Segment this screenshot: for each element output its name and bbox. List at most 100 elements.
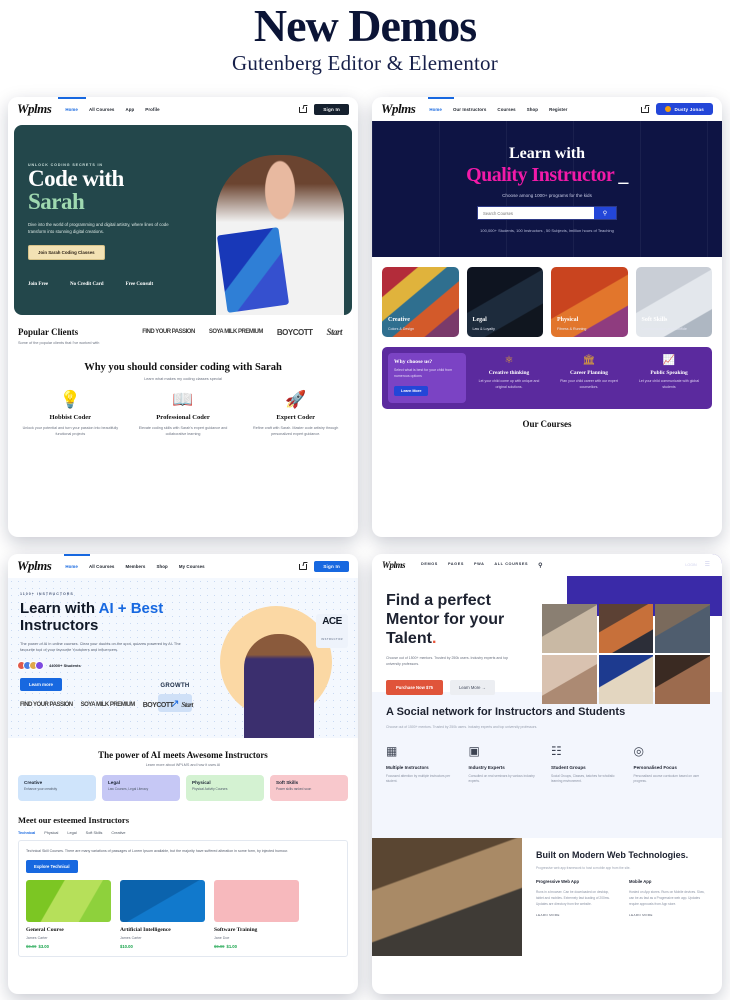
hero-title-line1: Find a perfect	[386, 592, 491, 609]
learn-more-button[interactable]: Learn More	[394, 386, 429, 397]
pill-soft-skills[interactable]: Soft Skills Power skills ranked soon	[270, 775, 348, 801]
why-card-title: Hobbist Coder	[49, 414, 92, 422]
ai-section-header: The power of AI meets Awesome Instructor…	[8, 750, 358, 767]
feature-free-consult: Free Consult	[125, 281, 154, 287]
sign-in-button[interactable]: Sign In	[314, 560, 349, 572]
nav-item-app[interactable]: App	[125, 107, 134, 112]
panel3-nav-links: Home All Courses Members Shop My Courses	[65, 564, 204, 569]
course-author: Jane Doe	[214, 936, 230, 941]
hamburger-menu-icon[interactable]: ☰	[705, 561, 710, 568]
nav-item-all-courses[interactable]: All Courses	[89, 564, 115, 569]
course-author: James Carter	[120, 936, 142, 941]
demo-panel-ai-instructors[interactable]: Wplms Home All Courses Members Shop My C…	[8, 554, 358, 994]
nav-item-shop[interactable]: Shop	[156, 564, 167, 569]
nav-item-shop[interactable]: Shop	[527, 107, 538, 112]
target-icon: ◎	[633, 744, 644, 758]
nav-item-courses[interactable]: Courses	[497, 107, 515, 112]
join-classes-button[interactable]: Join Sarah Coding Classes	[28, 244, 105, 260]
cart-icon[interactable]	[299, 563, 308, 570]
learn-more-button[interactable]: Learn more	[20, 678, 62, 692]
wplms-logo[interactable]: Wplms	[382, 560, 406, 570]
presentation-icon: ▣	[468, 744, 480, 758]
panel3-nav-right: Sign In	[299, 560, 349, 572]
tech-column-link[interactable]: LEARN MORE	[536, 913, 617, 917]
demo-panel-coding[interactable]: Wplms Home All Courses App Profile Sign …	[8, 97, 358, 537]
client-logo-find-your-passion: FIND YOUR PASSION	[142, 329, 195, 335]
tech-column-link[interactable]: LEARN MORE	[629, 913, 710, 917]
demo-panel-mentor[interactable]: Wplms DEMOS PAGES PWA ALL COURSES ⚲ LOGI…	[372, 554, 722, 994]
tech-column-text: Runs in a browser. Can be downloaded on …	[536, 890, 610, 906]
category-title: Physical	[557, 317, 579, 323]
panel2-navbar: Wplms Home Our Instructors Courses Shop …	[372, 97, 722, 121]
cart-icon[interactable]	[299, 106, 308, 113]
social-feature-title: Personalised Focus	[633, 765, 677, 770]
clients-subtitle: Some of the popular clients that I've wo…	[18, 341, 100, 345]
pill-physical[interactable]: Physical Physical Activity Courses	[186, 775, 264, 801]
pill-creative[interactable]: Creative Enhance your creativity	[18, 775, 96, 801]
pill-text: Physical Activity Courses	[192, 787, 228, 791]
nav-item-profile[interactable]: Profile	[145, 107, 159, 112]
active-tab-underline	[64, 554, 90, 556]
nav-item-home[interactable]: Home	[65, 564, 78, 569]
nav-item-pwa[interactable]: PWA	[474, 562, 484, 569]
collage-photo	[542, 655, 597, 704]
social-feature: ☷ Student Groups Social Groups, Classes,…	[551, 745, 626, 785]
tab-soft-skills[interactable]: Soft Skills	[86, 831, 103, 835]
user-account-button[interactable]: Dusty Jonas	[656, 103, 713, 115]
tab-technical[interactable]: Technical	[18, 831, 35, 835]
workspace-photo	[372, 838, 522, 956]
course-card[interactable]: Software Training Jane Doe $9.99 $1.00	[214, 880, 299, 949]
nav-item-register[interactable]: Register	[549, 107, 567, 112]
nav-item-our-instructors[interactable]: Our Instructors	[453, 107, 486, 112]
purchase-now-button[interactable]: Purchase Now $75	[386, 679, 444, 695]
avatar-group	[17, 661, 44, 671]
nav-item-home[interactable]: Home	[65, 107, 78, 112]
client-logo-find-your-passion: FIND YOUR PASSION	[20, 702, 73, 709]
nav-item-all-courses[interactable]: All Courses	[89, 107, 115, 112]
nav-item-home[interactable]: Home	[429, 107, 442, 112]
why-choose-us-banner: Why choose us? Select what is best for y…	[382, 347, 712, 410]
cart-icon[interactable]	[641, 106, 650, 113]
sign-in-button[interactable]: Sign In	[314, 103, 349, 115]
demo-panel-kids[interactable]: Wplms Home Our Instructors Courses Shop …	[372, 97, 722, 537]
course-title: Artificial Intelligence	[120, 927, 171, 934]
why-choose-us-card: Why choose us? Select what is best for y…	[388, 353, 466, 404]
category-card-soft-skills[interactable]: Soft Skills Communication and Confide	[635, 267, 712, 337]
wplms-logo[interactable]: Wplms	[381, 101, 416, 117]
course-card[interactable]: Artificial Intelligence James Carter $10…	[120, 880, 205, 949]
learn-more-button[interactable]: Learn More →	[450, 679, 495, 695]
tab-physical[interactable]: Physical	[44, 831, 58, 835]
course-card[interactable]: General Course James Carter $9.99 $3.00	[26, 880, 111, 949]
hero-title-line1: Code with	[28, 166, 124, 191]
nav-item-pages[interactable]: PAGES	[448, 562, 464, 569]
pill-text: Law Courses, Legal Literacy	[108, 787, 149, 791]
category-card-legal[interactable]: Legal Law & Loyalty	[466, 267, 543, 337]
benefit-item: ⚛ Creative thinking Let your child come …	[472, 353, 546, 403]
wplms-logo[interactable]: Wplms	[17, 101, 52, 117]
tech-column-text: Hosted on App stores. Runs on Mobile dev…	[629, 890, 705, 906]
tab-creative[interactable]: Creative	[111, 831, 125, 835]
pill-legal[interactable]: Legal Law Courses, Legal Literacy	[102, 775, 180, 801]
wplms-logo[interactable]: Wplms	[17, 558, 52, 574]
pill-title: Creative	[24, 780, 43, 785]
category-card-creative[interactable]: Creative Colors & Design	[382, 267, 459, 337]
hero-stats: 100,000+ Students, 100 Instructors , 50 …	[480, 228, 614, 233]
search-icon[interactable]: ⚲	[594, 207, 616, 219]
search-input[interactable]	[478, 207, 594, 219]
hero-title: Learn with AI + Best Instructors	[20, 600, 205, 635]
nav-item-all-courses[interactable]: ALL COURSES	[494, 562, 528, 569]
open-book-icon: 📖	[172, 390, 194, 410]
cursor-dash: _	[613, 164, 628, 186]
nav-item-members[interactable]: Members	[125, 564, 145, 569]
nav-item-my-courses[interactable]: My Courses	[179, 564, 205, 569]
nav-item-demos[interactable]: DEMOS	[421, 562, 438, 569]
search-icon[interactable]: ⚲	[538, 562, 543, 569]
login-link[interactable]: LOGIN	[685, 563, 696, 567]
explore-technical-button[interactable]: Explore Technical	[26, 860, 78, 874]
course-thumbnail	[120, 880, 205, 923]
hero-subtitle: Choose among 1000+ programs for the kids	[502, 193, 592, 198]
course-search-bar[interactable]: ⚲	[477, 206, 617, 220]
client-logo-boycott: BOYCOTT	[276, 327, 313, 337]
tab-legal[interactable]: Legal	[67, 831, 76, 835]
category-card-physical[interactable]: Physical Fitness & Running	[551, 267, 628, 337]
